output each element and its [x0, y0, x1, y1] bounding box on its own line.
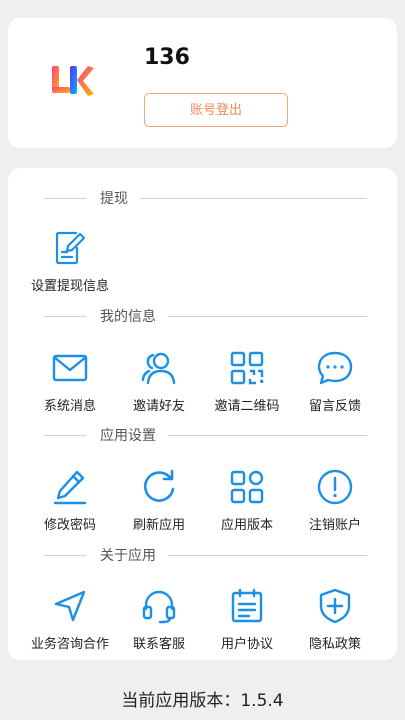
menu-item-label: 用户协议 — [220, 637, 273, 652]
qrcode-icon — [230, 351, 264, 385]
mail-icon — [52, 354, 88, 382]
menu-item-label: 留言反馈 — [308, 399, 361, 414]
menu-item-label: 应用版本 — [220, 518, 273, 533]
apps-grid-icon — [230, 470, 264, 504]
menu-item-label: 系统消息 — [43, 399, 96, 414]
navigation-icon — [54, 590, 86, 622]
menu-item-label: 注销账户 — [308, 518, 361, 533]
username: 136 — [144, 45, 190, 70]
menu-card: 提现 设置提现信息 我的信息 系统消息 邀请好友 邀请二维码 留言反馈 应用设置… — [8, 168, 397, 660]
pencil-icon — [53, 470, 87, 505]
chat-bubble-icon — [317, 351, 353, 385]
menu-item-label: 业务咨询合作 — [30, 637, 109, 652]
app-version-text: 当前应用版本：1.5.4 — [121, 691, 284, 711]
menu-item-label: 设置提现信息 — [30, 279, 109, 294]
headset-icon — [142, 590, 176, 624]
menu-item-privacy-policy[interactable]: 隐私政策 — [290, 586, 380, 652]
menu-item-label: 邀请二维码 — [214, 399, 280, 414]
menu-item-customer-service[interactable]: 联系客服 — [114, 586, 204, 652]
section-title: 我的信息 — [100, 309, 156, 325]
refresh-icon — [143, 469, 175, 502]
profile-card: 136 账号登出 — [8, 18, 397, 148]
menu-item-delete-account[interactable]: 注销账户 — [290, 467, 380, 533]
alert-circle-icon — [317, 469, 353, 505]
section-title: 关于应用 — [100, 548, 156, 564]
section-title: 提现 — [100, 191, 128, 207]
section-header-my-info: 我的信息 — [44, 306, 367, 326]
menu-item-label: 刷新应用 — [132, 518, 185, 533]
app-logo — [52, 66, 94, 96]
shield-plus-icon — [319, 588, 351, 624]
menu-item-change-password[interactable]: 修改密码 — [25, 467, 115, 533]
menu-item-business-inquiry[interactable]: 业务咨询合作 — [25, 586, 115, 652]
menu-item-app-version[interactable]: 应用版本 — [202, 467, 292, 533]
menu-item-label: 隐私政策 — [308, 637, 361, 652]
section-header-about-app: 关于应用 — [44, 545, 367, 565]
menu-item-invite-friends[interactable]: 邀请好友 — [114, 348, 204, 414]
menu-item-system-messages[interactable]: 系统消息 — [25, 348, 115, 414]
section-title: 应用设置 — [100, 428, 156, 444]
section-header-withdraw: 提现 — [44, 188, 367, 208]
menu-item-feedback[interactable]: 留言反馈 — [290, 348, 380, 414]
logout-button[interactable]: 账号登出 — [144, 93, 288, 127]
menu-item-user-agreement[interactable]: 用户协议 — [202, 586, 292, 652]
menu-item-label: 联系客服 — [132, 637, 185, 652]
menu-item-label: 修改密码 — [43, 518, 96, 533]
section-header-app-settings: 应用设置 — [44, 425, 367, 445]
calendar-document-icon — [231, 588, 263, 623]
menu-item-refresh-app[interactable]: 刷新应用 — [114, 467, 204, 533]
menu-item-label: 邀请好友 — [132, 399, 185, 414]
menu-item-withdraw-info[interactable]: 设置提现信息 — [25, 228, 115, 294]
menu-item-invite-qrcode[interactable]: 邀请二维码 — [202, 348, 292, 414]
users-icon — [141, 352, 176, 385]
edit-document-icon — [55, 231, 86, 265]
